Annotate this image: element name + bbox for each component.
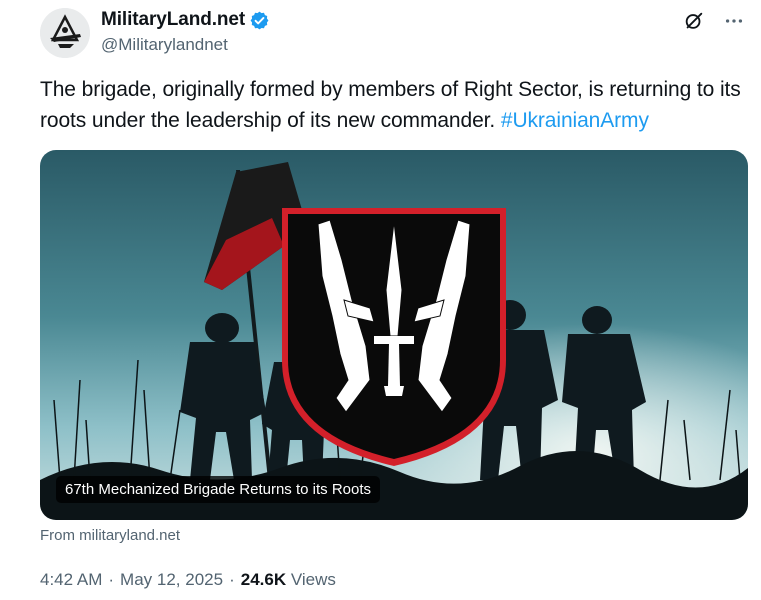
views[interactable]: 24.6K Views xyxy=(241,570,336,590)
tweet-date[interactable]: May 12, 2025 xyxy=(120,570,223,590)
display-name[interactable]: MilitaryLand.net xyxy=(101,9,245,31)
card-source[interactable]: From militaryland.net xyxy=(40,527,180,544)
avatar[interactable] xyxy=(40,8,90,58)
tweet-meta: 4:42 AM · May 12, 2025 · 24.6K Views xyxy=(40,570,336,590)
handle[interactable]: @Militarylandnet xyxy=(101,35,270,55)
brigade-emblem xyxy=(282,208,506,466)
name-row: MilitaryLand.net xyxy=(101,9,270,31)
views-count: 24.6K xyxy=(240,570,287,589)
author-block: MilitaryLand.net @Militarylandnet xyxy=(101,9,270,55)
more-button[interactable] xyxy=(721,8,747,34)
card-caption: 67th Mechanized Brigade Returns to its R… xyxy=(56,476,380,503)
views-label: Views xyxy=(290,570,336,589)
hashtag-link[interactable]: #UkrainianArmy xyxy=(501,109,649,132)
grok-icon xyxy=(685,12,703,29)
tweet: MilitaryLand.net @Militarylandnet The br… xyxy=(0,0,761,600)
link-card[interactable]: 67th Mechanized Brigade Returns to its R… xyxy=(40,150,748,520)
grok-button[interactable] xyxy=(681,8,707,34)
tweet-text: The brigade, originally formed by member… xyxy=(40,74,752,136)
tweet-actions xyxy=(681,8,747,34)
meta-separator: · xyxy=(229,570,235,589)
more-icon xyxy=(725,19,743,23)
verified-badge-icon[interactable] xyxy=(249,10,270,31)
militaryland-logo-icon xyxy=(40,8,90,58)
meta-separator: · xyxy=(108,570,115,589)
tweet-time[interactable]: 4:42 AM xyxy=(40,570,102,590)
card-image xyxy=(40,150,748,520)
